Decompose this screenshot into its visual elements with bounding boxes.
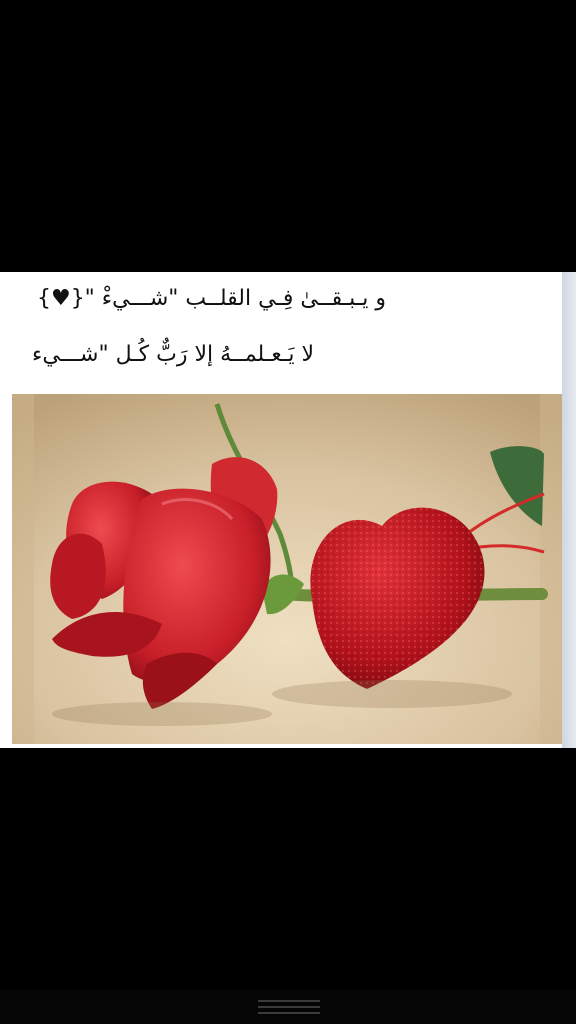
drag-handle-icon-line-3 (258, 1012, 320, 1014)
caption-line-1: و يـبـقــىٰ فِـي القلــب "شـــيءْ "{♥} (36, 286, 386, 311)
top-letterbox (0, 0, 576, 272)
post-card: و يـبـقــىٰ فِـي القلــب "شـــيءْ "{♥} ل… (0, 272, 576, 748)
post-photo[interactable] (12, 394, 562, 744)
caption-line-2: لا يَـعـلمــهُ إلا رَبٌّ كُـل "شـــيء (32, 342, 314, 367)
rose-heart-image (12, 394, 562, 744)
post-caption: و يـبـقــىٰ فِـي القلــب "شـــيءْ "{♥} ل… (0, 272, 576, 392)
drag-handle-icon-line-2 (258, 1006, 320, 1008)
drag-handle-icon[interactable] (258, 1000, 320, 1002)
bottom-letterbox (0, 748, 576, 990)
